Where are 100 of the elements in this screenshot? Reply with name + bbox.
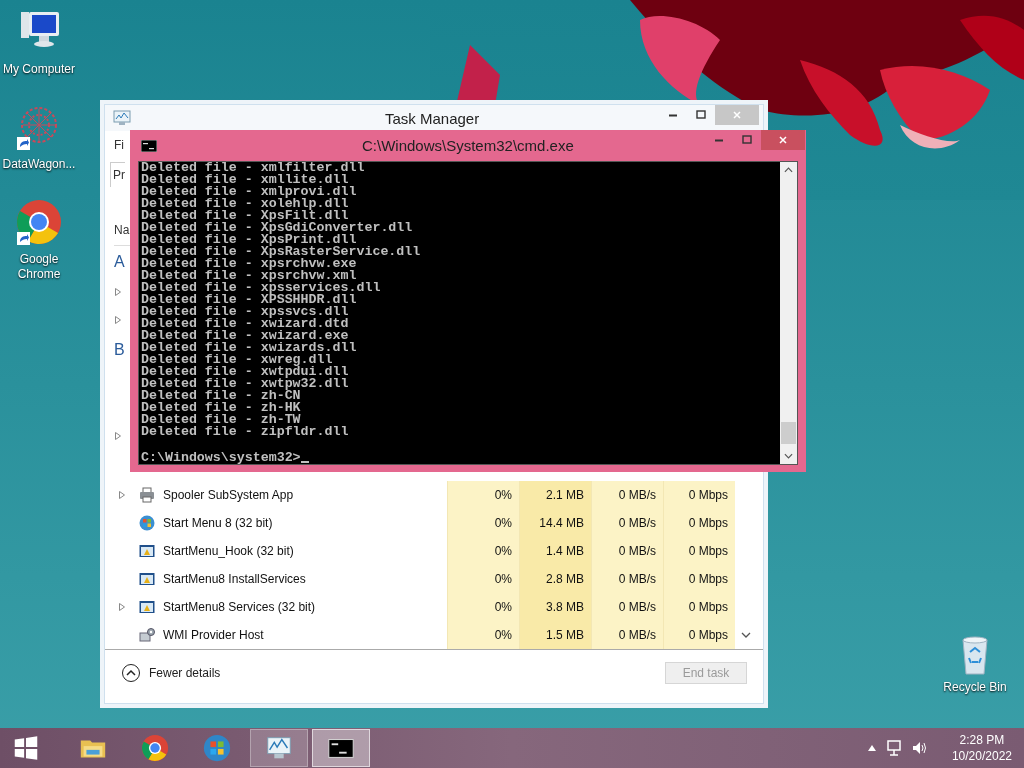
table-cell: 2.8 MB [519, 565, 591, 593]
group-heading: A [114, 253, 125, 271]
table-cell: 3.8 MB [519, 593, 591, 621]
process-name: WMI Provider Host [163, 628, 264, 642]
table-cell: 0 MB/s [591, 537, 663, 565]
console-line: Deleted file - zipfldr.dll [141, 426, 350, 438]
table-cell: 0 MB/s [591, 593, 663, 621]
console-line: Deleted file - xwreg.dll [141, 354, 333, 366]
table-cell: 0% [447, 509, 519, 537]
table-cell: 0% [447, 593, 519, 621]
windows-orb-icon [202, 733, 232, 763]
console-line: Deleted file - xwizard.exe [141, 330, 349, 342]
console-line: Deleted file - zh-HK [141, 402, 302, 414]
console-line: Deleted file - xpsrchvw.exe [141, 258, 357, 270]
desktop-icon-label[interactable]: My Computer [0, 62, 78, 77]
console-line: Deleted file - zh-CN [141, 390, 301, 402]
expand-arrow-icon[interactable] [118, 603, 126, 611]
fewer-details-button[interactable]: Fewer details [119, 661, 223, 685]
table-cell: 1.5 MB [519, 621, 591, 649]
console-line: Deleted file - xolehlp.dll [141, 198, 349, 210]
console-line: Deleted file - xmllite.dll [141, 174, 349, 186]
table-cell: 0 MB/s [591, 481, 663, 509]
maximize-icon [696, 110, 706, 120]
console-line: Deleted file - XpsPrint.dll [141, 234, 357, 246]
table-cell: 1.4 MB [519, 537, 591, 565]
minimize-icon [668, 113, 678, 117]
table-cell: 14.4 MB [519, 509, 591, 537]
console-line: Deleted file - xwtpdui.dll [141, 366, 350, 378]
monitor-chart-icon [113, 110, 133, 126]
chrome-icon [140, 733, 170, 763]
table-cell: 2.1 MB [519, 481, 591, 509]
desktop-icon-label[interactable]: DataWagon... [0, 157, 78, 172]
console-icon [141, 139, 157, 152]
scroll-up-icon[interactable] [784, 167, 793, 173]
expand-arrow-icon[interactable] [114, 288, 122, 296]
console-line: Deleted file - XpsGdiConverter.dll [141, 222, 414, 234]
minimize-icon [714, 138, 724, 142]
app-window-icon [139, 571, 155, 587]
console-line: Deleted file - zh-TW [141, 414, 301, 426]
menu-item[interactable]: Fi [114, 138, 124, 152]
desktop-icon-label[interactable]: Google Chrome [9, 252, 69, 282]
clock-date[interactable]: 10/20/2022 [951, 748, 1012, 764]
process-name: StartMenu8 InstallServices [163, 572, 306, 586]
show-hidden-icons-icon[interactable] [867, 745, 876, 751]
table-cell: 0% [447, 565, 519, 593]
console-line: Deleted file - xpssvcs.dll [141, 306, 350, 318]
console-line: Deleted file - xwizards.dll [141, 342, 358, 354]
table-cell: 0% [447, 481, 519, 509]
chevron-up-icon [121, 663, 141, 683]
taskbar-button[interactable] [312, 729, 370, 767]
app-window-icon [139, 543, 155, 559]
table-cell: 0 MB/s [591, 509, 663, 537]
app-window-icon [139, 599, 155, 615]
volume-icon[interactable] [911, 740, 928, 756]
close-button[interactable] [761, 130, 805, 150]
window-title: C:\Windows\System32\cmd.exe [362, 137, 574, 154]
expand-arrow-icon[interactable] [118, 491, 126, 499]
text-cursor [300, 461, 309, 463]
scroll-thumb[interactable] [781, 422, 796, 444]
windows-orb-icon [139, 515, 155, 531]
scroll-down-icon[interactable] [784, 453, 793, 459]
process-name: StartMenu8 Services (32 bit) [163, 600, 316, 614]
table-cell: 0% [447, 537, 519, 565]
close-icon [732, 110, 742, 120]
printer-icon [139, 487, 155, 503]
table-cell: 0 Mbps [663, 621, 735, 649]
group-heading: B [114, 341, 125, 359]
gear-computer-icon [139, 627, 155, 643]
table-cell: 0 MB/s [591, 565, 663, 593]
chrome-icon[interactable] [15, 198, 63, 246]
close-icon [778, 135, 788, 145]
table-cell: 0 Mbps [663, 593, 735, 621]
console-line: Deleted file - xmlfilter.dll [141, 162, 366, 174]
maximize-icon [742, 135, 752, 145]
console-line: Deleted file - xwizard.dtd [141, 318, 350, 330]
table-cell: 0 Mbps [663, 509, 735, 537]
table-cell: 0 Mbps [663, 481, 735, 509]
expand-arrow-icon[interactable] [114, 316, 122, 324]
network-icon[interactable] [885, 740, 902, 756]
scroll-down-icon[interactable] [741, 632, 751, 638]
table-cell: 0 MB/s [591, 621, 663, 649]
process-name: StartMenu_Hook (32 bit) [163, 544, 294, 558]
console-line: Deleted file - XPSSHHDR.dll [141, 294, 357, 306]
table-cell: 0 Mbps [663, 565, 735, 593]
console-line: Deleted file - xpsservices.dll [141, 282, 382, 294]
desktop-icon-label[interactable]: Recycle Bin [936, 680, 1014, 695]
scrollbar[interactable] [780, 162, 797, 464]
column-header[interactable]: Na [114, 223, 130, 237]
process-name: Start Menu 8 (32 bit) [163, 516, 273, 530]
tab[interactable]: Pr [110, 161, 125, 187]
console-line: Deleted file - XpsFilt.dll [141, 210, 349, 222]
console-line: Deleted file - xmlprovi.dll [141, 186, 358, 198]
clock-time[interactable]: 2:28 PM [959, 732, 1005, 748]
table-cell: 0 Mbps [663, 537, 735, 565]
command-prompt: C:\Windows\system32> [141, 452, 301, 464]
console-line: Deleted file - XpsRasterService.dll [141, 246, 422, 258]
console-line: Deleted file - xwtpw32.dll [141, 378, 350, 390]
table-cell: 0% [447, 621, 519, 649]
console-line: Deleted file - xpsrchvw.xml [141, 270, 357, 282]
expand-arrow-icon[interactable] [114, 432, 122, 440]
